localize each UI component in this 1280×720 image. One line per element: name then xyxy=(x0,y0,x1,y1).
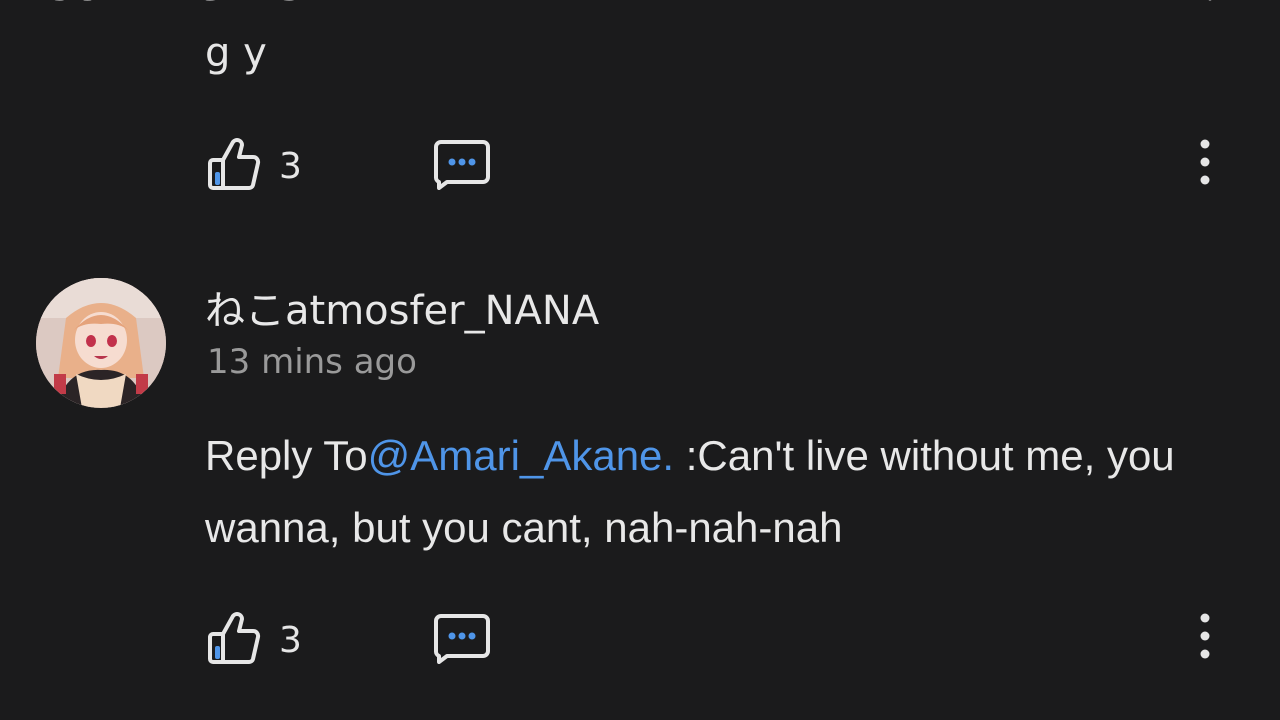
comment-body: Reply To@Amari_Akane. :Can't live withou… xyxy=(205,420,1215,564)
like-count: 3 xyxy=(279,145,302,187)
like-count: 3 xyxy=(279,619,302,661)
comment-timestamp: 13 mins ago xyxy=(207,342,417,382)
comments-screen: Comments g y 3 xyxy=(0,0,1280,720)
comment-actions: 3 xyxy=(205,606,1225,670)
more-options-icon[interactable] xyxy=(1195,138,1215,186)
reply-button[interactable] xyxy=(433,612,491,668)
avatar[interactable] xyxy=(36,278,166,408)
previous-comment-text: g y xyxy=(205,30,267,76)
comment-bubble-icon xyxy=(434,614,490,664)
comment-bubble-icon xyxy=(434,140,490,190)
previous-comment-actions: 3 xyxy=(205,132,1225,196)
more-options-icon[interactable] xyxy=(1195,612,1215,660)
thumbs-up-icon xyxy=(205,134,265,198)
reply-button[interactable] xyxy=(433,138,491,194)
page-title: Comments xyxy=(40,0,303,11)
like-button[interactable]: 3 xyxy=(205,608,302,672)
mention-link[interactable]: @Amari_Akane. xyxy=(368,432,674,479)
like-button[interactable]: 3 xyxy=(205,134,302,198)
comment-username[interactable]: ねこatmosfer_NANA xyxy=(205,278,599,336)
thumbs-up-icon xyxy=(205,608,265,672)
reply-prefix: Reply To xyxy=(205,432,368,479)
chevron-down-icon[interactable] xyxy=(1190,0,1230,8)
